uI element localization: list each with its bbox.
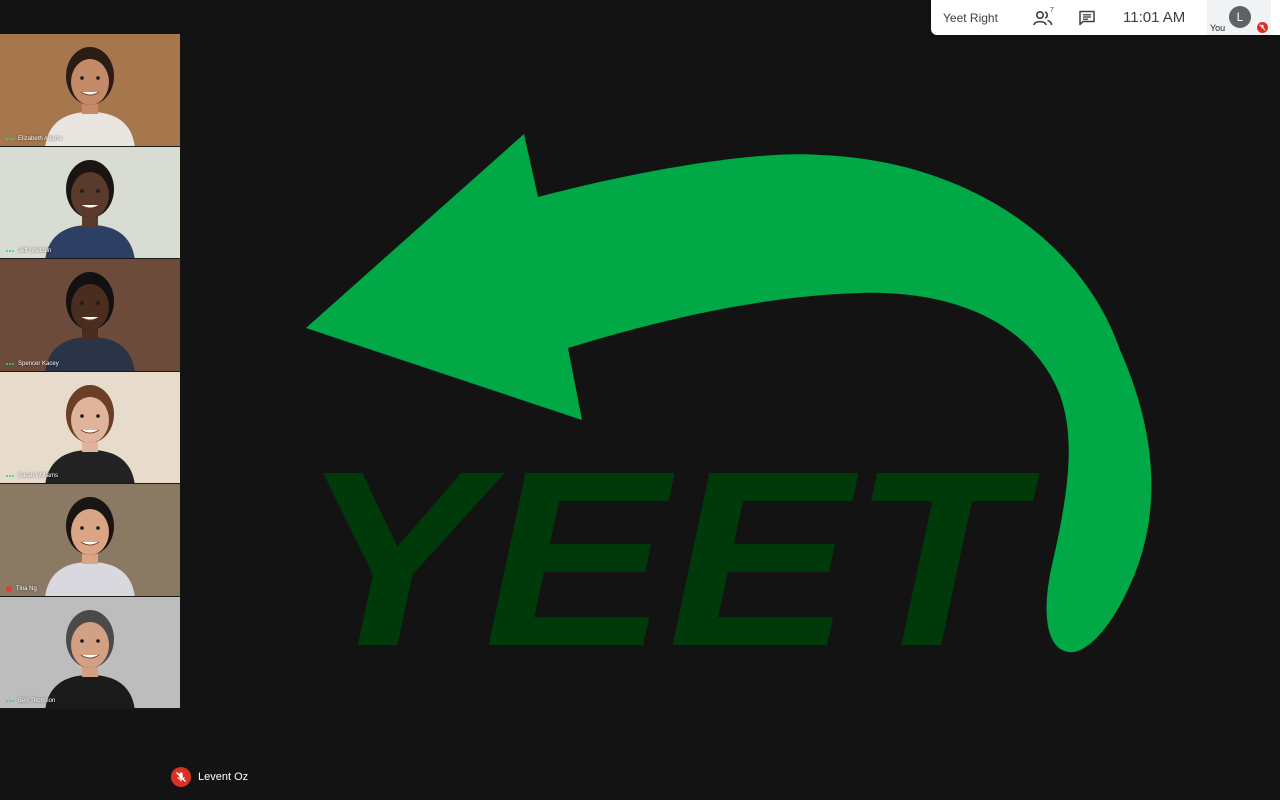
participant-name: Elizabeth Adams [18,135,63,142]
participant-label: Sarah Williams [6,473,58,479]
participant-name: Jeff Sheldon [18,248,52,254]
participant-name: Ben Thomson [18,698,56,704]
people-button[interactable]: 7 [1021,0,1065,35]
participant-label: Ben Thomson [6,698,55,704]
chat-button[interactable] [1065,0,1109,35]
participant-name: Spencer Kacey [18,360,59,367]
participant-video [45,159,135,259]
audio-indicator-icon [6,137,14,140]
participant-tile[interactable]: Elizabeth Adams [0,34,180,147]
participant-strip: Elizabeth Adams Jeff Sheldon Spencer Kacey… [0,34,180,709]
participant-tile[interactable]: Ben Thomson [0,596,180,709]
participant-name: Tina Ng [16,585,37,592]
meeting-title: Yeet Right [943,10,998,25]
self-label: You [1210,23,1226,33]
participant-label: Elizabeth Adams [6,136,63,142]
participant-video [45,384,135,484]
meeting-clock: 11:01 AM [1123,9,1186,26]
participant-tile[interactable]: Spencer Kacey [0,259,180,372]
participant-video [45,497,135,596]
participant-name: Sarah Williams [18,473,59,479]
participant-tile[interactable]: Sarah Williams [0,371,180,484]
presenter-name: Levent Oz [198,771,249,783]
avatar: L [1229,6,1251,28]
presenter-label: Levent Oz [171,767,248,787]
audio-indicator-icon [6,250,14,252]
participant-video [45,47,135,146]
mic-off-icon [6,585,12,592]
meeting-stage: Elizabeth Adams Jeff Sheldon Spencer Kacey… [0,0,1280,800]
participant-tile[interactable]: Jeff Sheldon [0,146,180,259]
mic-off-icon [1257,22,1268,33]
audio-indicator-icon [6,700,14,702]
audio-indicator-icon [6,362,14,365]
participant-label: Jeff Sheldon [6,248,51,254]
participant-label: Spencer Kacey [6,361,59,367]
participant-label: Tina Ng [6,585,37,592]
mic-off-icon[interactable] [171,767,191,787]
participant-tile[interactable]: Tina Ng [0,484,180,597]
participant-video [45,609,135,709]
yeet-text: YEET [300,419,1040,698]
participant-count: 7 [1050,7,1054,14]
meeting-top-bar: Yeet Right 7 11:01 AM L You [931,0,1280,35]
presentation-slide: YEET [300,134,1152,698]
audio-indicator-icon [6,475,14,477]
self-view[interactable]: L You [1207,0,1271,35]
chat-icon [1079,10,1095,25]
participant-video [45,272,135,371]
